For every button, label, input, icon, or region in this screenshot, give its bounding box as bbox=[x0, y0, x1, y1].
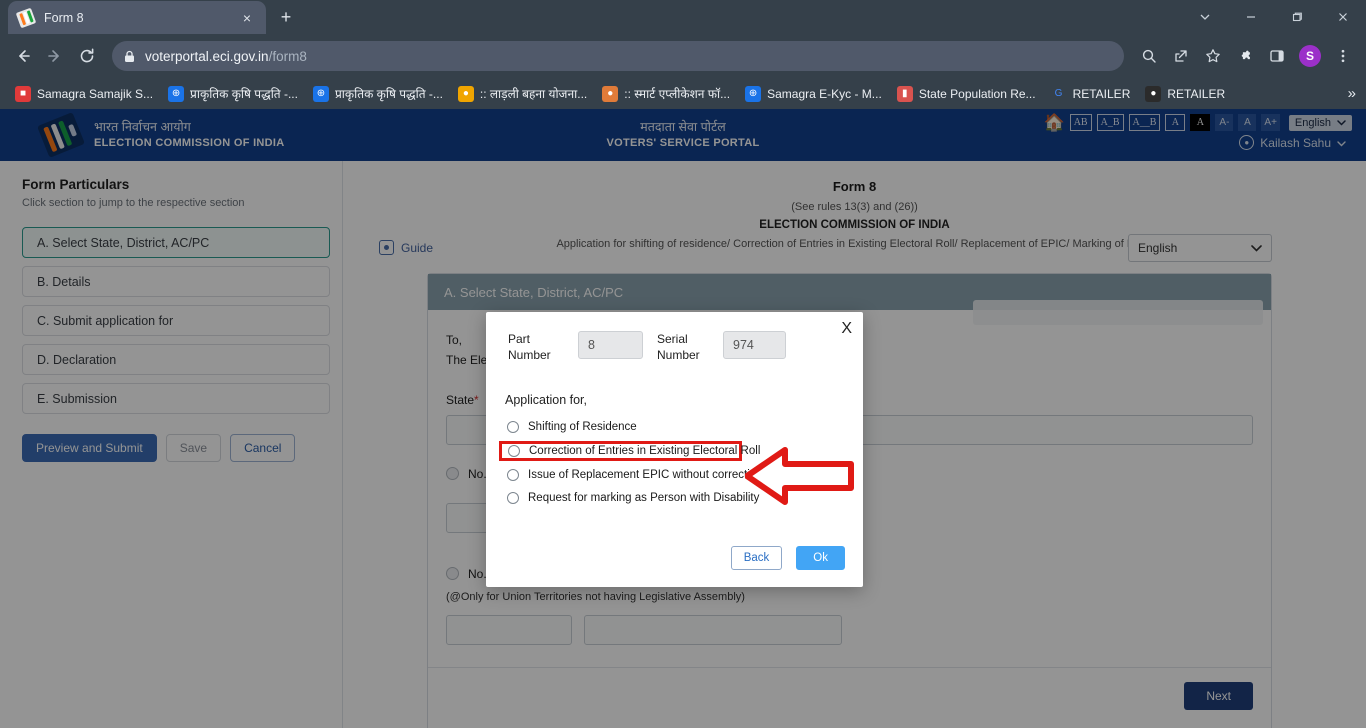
share-icon[interactable] bbox=[1166, 41, 1196, 71]
tab-favicon-icon bbox=[15, 7, 37, 28]
bookmark-item[interactable]: ⊕ प्राकृतिक कृषि पद्धति -... bbox=[306, 82, 450, 105]
bookmark-label: :: लाड़ली बहना योजना... bbox=[479, 87, 588, 101]
search-icon[interactable] bbox=[1134, 41, 1164, 71]
application-type-label: Request for marking as Person with Disab… bbox=[528, 492, 760, 505]
bookmark-item[interactable]: ⊕ Samagra E-Kyc - M... bbox=[738, 83, 889, 105]
bookmark-item[interactable]: ●:: स्मार्ट एप्लीकेशन फॉ... bbox=[595, 82, 737, 105]
reload-icon[interactable] bbox=[72, 41, 102, 71]
bookmark-star-icon[interactable] bbox=[1198, 41, 1228, 71]
new-tab-button[interactable]: + bbox=[272, 3, 300, 31]
bookmark-favicon-icon: ⊕ bbox=[168, 85, 185, 102]
toolbar-right-icons: S bbox=[1134, 41, 1358, 71]
bookmark-label: State Population Re... bbox=[918, 86, 1036, 101]
bookmark-label: Samagra Samajik S... bbox=[37, 86, 154, 101]
modal-footer: Back Ok bbox=[730, 546, 845, 570]
bookmark-favicon-icon: ● bbox=[457, 85, 474, 102]
annotation-arrow-icon bbox=[744, 445, 855, 512]
bookmark-item[interactable]: ⊕ प्राकृतिक कृषि पद्धति -... bbox=[161, 82, 305, 105]
minimize-icon[interactable] bbox=[1228, 0, 1274, 34]
side-panel-icon[interactable] bbox=[1262, 41, 1292, 71]
serial-number-input[interactable]: 974 bbox=[723, 331, 786, 359]
tab-close-icon[interactable]: × bbox=[238, 9, 256, 27]
profile-avatar[interactable]: S bbox=[1299, 45, 1321, 67]
browser-toolbar: voterportal.eci.gov.in/form8 S bbox=[0, 34, 1366, 78]
kebab-menu-icon[interactable] bbox=[1328, 41, 1358, 71]
bookmark-favicon-icon: ● bbox=[602, 85, 619, 102]
window-controls bbox=[1182, 0, 1366, 34]
address-bar-url: voterportal.eci.gov.in/form8 bbox=[145, 48, 307, 64]
bookmark-label: प्राकृतिक कृषि पद्धति -... bbox=[190, 87, 298, 101]
application-type-label: Shifting of Residence bbox=[528, 421, 637, 434]
radio-button[interactable] bbox=[507, 469, 519, 482]
bookmarks-bar: ■ Samagra Samajik S... ⊕ प्राकृतिक कृषि पद्… bbox=[0, 78, 1366, 109]
tab-search-icon[interactable] bbox=[1182, 0, 1228, 34]
page-viewport: भारत निर्वाचन आयोग ELECTION COMMISSION O… bbox=[0, 109, 1366, 728]
application-type-option[interactable]: Correction of Entries in Existing Electo… bbox=[499, 441, 760, 462]
application-type-option[interactable]: Shifting of Residence bbox=[505, 417, 863, 437]
close-icon[interactable]: X bbox=[841, 321, 852, 337]
bookmark-item[interactable]: ■ Samagra Samajik S... bbox=[8, 83, 160, 105]
application-type-label: Correction of Entries in Existing Electo… bbox=[529, 445, 761, 458]
application-for-label: Application for, bbox=[505, 393, 587, 408]
tab-strip: Form 8 × + bbox=[0, 0, 1366, 34]
lock-icon bbox=[124, 50, 135, 63]
bookmark-item[interactable]: ●:: लाड़ली बहना योजना... bbox=[451, 82, 594, 105]
browser-tab[interactable]: Form 8 × bbox=[8, 1, 266, 34]
part-number-label: Part Number bbox=[508, 332, 551, 363]
ok-button[interactable]: Ok bbox=[796, 546, 845, 570]
maximize-icon[interactable] bbox=[1274, 0, 1320, 34]
bookmark-item[interactable]: ▮ State Population Re... bbox=[890, 83, 1043, 105]
bookmarks-overflow-icon[interactable]: » bbox=[1344, 85, 1360, 102]
close-window-icon[interactable] bbox=[1320, 0, 1366, 34]
bookmark-favicon-icon: ▮ bbox=[896, 85, 913, 102]
forward-arrow-icon[interactable] bbox=[40, 41, 70, 71]
bookmark-item[interactable]: ● RETAILER bbox=[1138, 83, 1232, 105]
radio-button[interactable] bbox=[507, 492, 519, 505]
radio-button[interactable] bbox=[507, 421, 519, 434]
tab-title: Form 8 bbox=[44, 10, 84, 25]
bookmark-favicon-icon: ■ bbox=[15, 85, 31, 102]
bookmark-favicon-icon: ⊕ bbox=[745, 85, 762, 102]
back-button[interactable]: Back bbox=[730, 546, 783, 570]
part-number-input[interactable]: 8 bbox=[578, 331, 643, 359]
extensions-icon[interactable] bbox=[1230, 41, 1260, 71]
radio-button[interactable] bbox=[508, 445, 520, 458]
bookmark-label: RETAILER bbox=[1072, 86, 1131, 101]
bookmark-item[interactable]: G RETAILER bbox=[1044, 83, 1138, 105]
bookmark-favicon-icon: ⊕ bbox=[312, 85, 329, 102]
browser-window: Form 8 × + voterportal.eci.gov.in/form8 … bbox=[0, 0, 1366, 728]
modal-number-row: Part Number 8 Serial Number 974 bbox=[486, 312, 863, 363]
address-bar[interactable]: voterportal.eci.gov.in/form8 bbox=[112, 41, 1124, 71]
application-type-label: Issue of Replacement EPIC without correc… bbox=[528, 469, 763, 482]
bookmark-favicon-icon: G bbox=[1054, 88, 1063, 99]
bookmark-label: :: स्मार्ट एप्लीकेशन फॉ... bbox=[624, 87, 731, 101]
bookmark-favicon-icon: ● bbox=[1145, 85, 1162, 102]
back-arrow-icon[interactable] bbox=[8, 41, 38, 71]
bookmark-label: Samagra E-Kyc - M... bbox=[767, 86, 882, 101]
bookmark-label: RETAILER bbox=[1167, 86, 1226, 101]
serial-number-label: Serial Number bbox=[657, 332, 700, 363]
bookmark-label: प्राकृतिक कृषि पद्धति -... bbox=[334, 87, 443, 101]
